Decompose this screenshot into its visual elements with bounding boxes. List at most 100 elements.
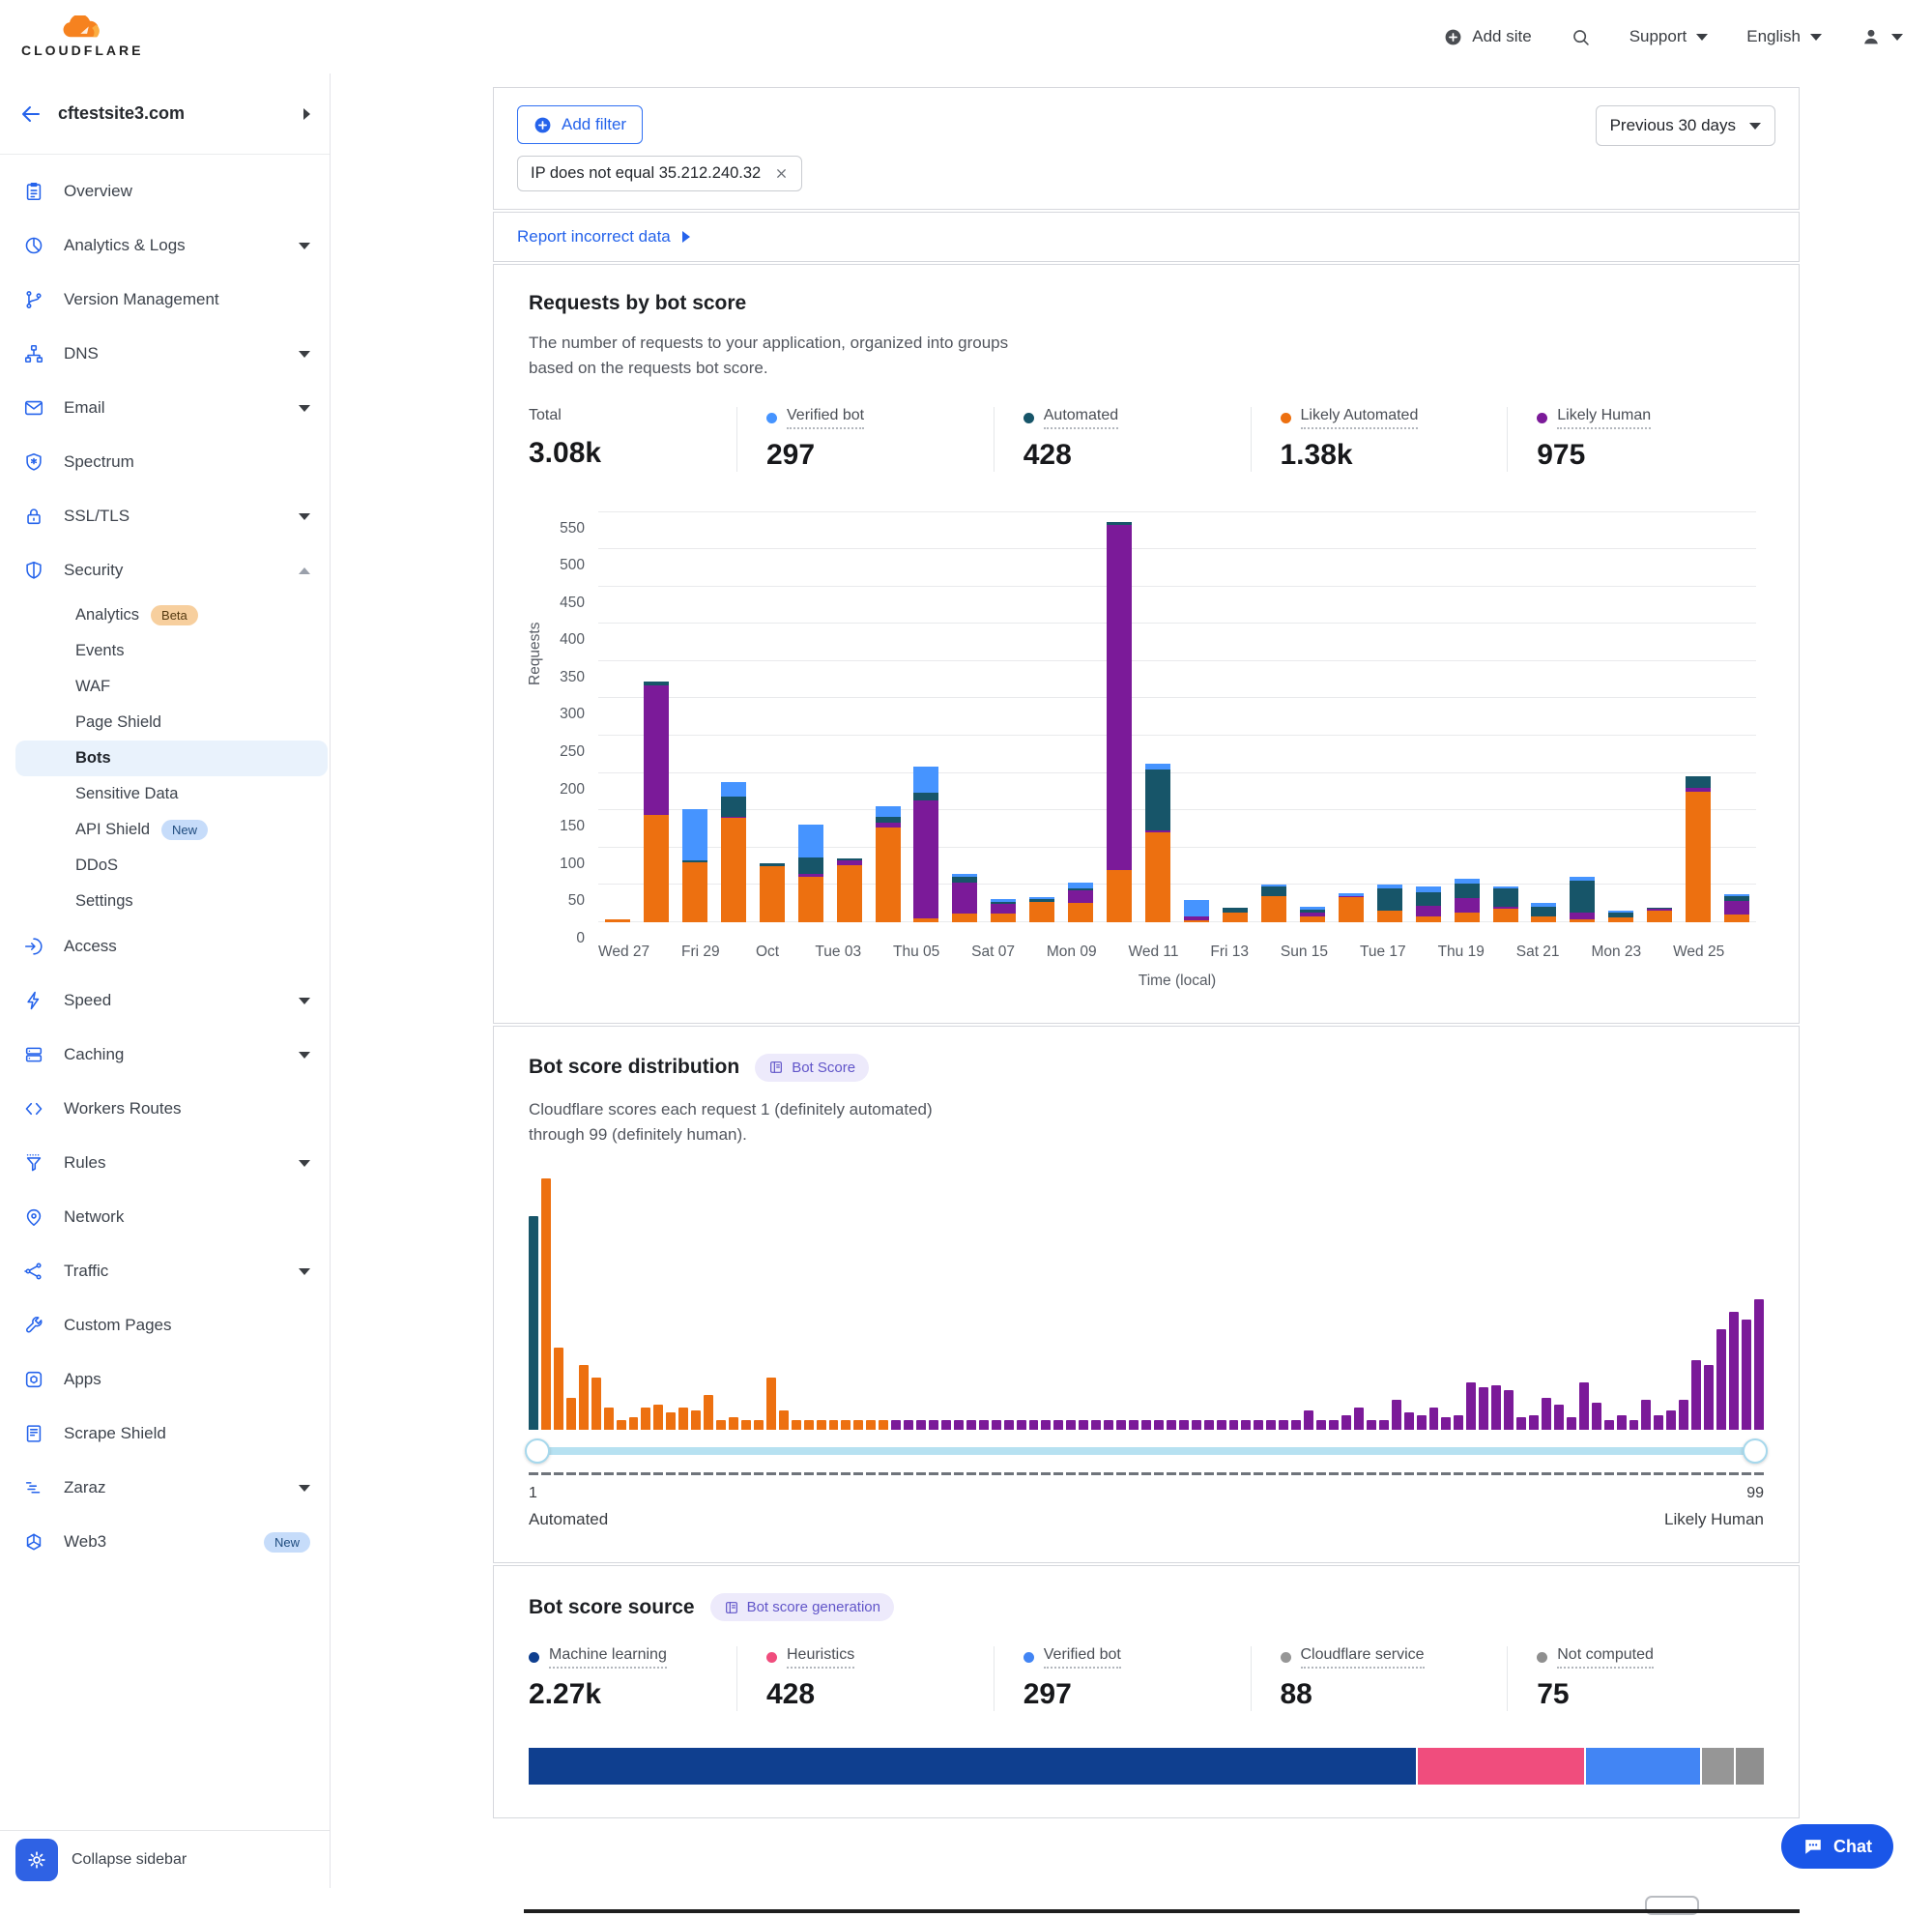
x-tick: Thu 05 (893, 944, 939, 961)
stat-label[interactable]: Likely Human (1557, 407, 1651, 429)
slider-track[interactable] (529, 1447, 1764, 1455)
segment-likely-automated (1647, 911, 1672, 922)
stat-label[interactable]: Not computed (1557, 1646, 1654, 1669)
search-icon (1571, 27, 1591, 47)
sidebar-item-speed[interactable]: Speed (0, 973, 330, 1028)
hist-bar-score-14 (691, 1410, 701, 1431)
filter-chip[interactable]: IP does not equal 35.212.240.32 (517, 156, 802, 191)
stat-label[interactable]: Verified bot (787, 407, 864, 429)
chat-button[interactable]: Chat (1781, 1824, 1893, 1869)
rules-icon (23, 1152, 44, 1174)
sidebar-subitem-waf[interactable]: WAF (15, 669, 328, 705)
sidebar-item-access[interactable]: Access (0, 919, 330, 973)
sidebar-item-network[interactable]: Network (0, 1190, 330, 1244)
sidebar-subitem-page-shield[interactable]: Page Shield (15, 705, 328, 741)
segment-likely-automated (913, 918, 938, 922)
hist-bar-score-96 (1716, 1329, 1726, 1430)
hist-bar-score-84 (1567, 1417, 1576, 1430)
stat-value: 2.27k (529, 1678, 707, 1711)
segment-likely-automated (1531, 916, 1556, 922)
sidebar-subitem-analytics[interactable]: AnalyticsBeta (15, 597, 328, 633)
sidebar-item-overview[interactable]: Overview (0, 164, 330, 218)
cloudflare-cloud-icon (56, 15, 108, 41)
sidebar-item-ssl-tls[interactable]: SSL/TLS (0, 489, 330, 543)
sidebar-item-dns[interactable]: DNS (0, 327, 330, 381)
chevron-right-icon[interactable] (303, 108, 310, 120)
sidebar-subitem-events[interactable]: Events (15, 633, 328, 669)
sidebar-item-traffic[interactable]: Traffic (0, 1244, 330, 1298)
stat-label[interactable]: Cloudflare service (1301, 1646, 1425, 1669)
sidebar-item-zaraz[interactable]: Zaraz (0, 1461, 330, 1515)
stat-label[interactable]: Machine learning (549, 1646, 667, 1669)
report-incorrect-data-link[interactable]: Report incorrect data (493, 212, 1800, 262)
stat-value: 1.38k (1281, 439, 1479, 472)
language-menu[interactable]: English (1746, 27, 1822, 46)
slider-handle-max[interactable] (1743, 1438, 1768, 1464)
score-range-slider[interactable] (529, 1438, 1764, 1465)
stat-label[interactable]: Likely Automated (1301, 407, 1419, 429)
settings-gear-button[interactable] (15, 1839, 58, 1881)
overview-icon (23, 181, 44, 202)
hist-bar-score-44 (1066, 1420, 1076, 1430)
sidebar-item-scrape-shield[interactable]: Scrape Shield (0, 1407, 330, 1461)
bot-score-doc-badge[interactable]: Bot Score (755, 1054, 869, 1082)
site-switcher[interactable]: cftestsite3.com (0, 73, 330, 155)
hist-bar-score-74 (1441, 1417, 1451, 1430)
sidebar-item-apps[interactable]: Apps (0, 1352, 330, 1407)
hist-bar-score-99 (1754, 1299, 1764, 1430)
stat-machine-learning: Machine learning 2.27k (529, 1646, 736, 1711)
segment-likely-automated (1300, 916, 1325, 922)
hist-bar-score-39 (1004, 1420, 1014, 1430)
sidebar-item-analytics-logs[interactable]: Analytics & Logs (0, 218, 330, 273)
date-range-select[interactable]: Previous 30 days (1596, 105, 1775, 146)
stacked-bar-day-20 (1339, 512, 1364, 922)
add-site-button[interactable]: Add site (1444, 27, 1531, 46)
segment-likely-automated (1068, 903, 1093, 922)
collapse-sidebar-label[interactable]: Collapse sidebar (72, 1851, 187, 1869)
sidebar-item-spectrum[interactable]: Spectrum (0, 435, 330, 489)
sidebar-item-caching[interactable]: Caching (0, 1028, 330, 1082)
page-bottom-strip (493, 1907, 1800, 1917)
stat-not-computed: Not computed75 (1507, 1646, 1764, 1711)
segment-automated (1416, 892, 1441, 906)
hist-bar-score-27 (853, 1420, 863, 1430)
sidebar-subitem-settings[interactable]: Settings (15, 884, 328, 919)
hist-bar-score-65 (1329, 1420, 1339, 1430)
y-tick-label: 150 (560, 818, 585, 835)
hist-bar-score-41 (1029, 1420, 1039, 1430)
segment-likely-automated (1570, 919, 1595, 921)
close-icon[interactable] (774, 166, 789, 181)
sidebar-item-email[interactable]: Email (0, 381, 330, 435)
hist-bar-score-35 (954, 1420, 964, 1430)
sidebar-item-workers-routes[interactable]: Workers Routes (0, 1082, 330, 1136)
stacked-bar-day-7 (837, 512, 862, 922)
sidebar-item-custom-pages[interactable]: Custom Pages (0, 1298, 330, 1352)
sidebar-subitem-bots[interactable]: Bots (15, 741, 328, 776)
sidebar-item-rules[interactable]: Rules (0, 1136, 330, 1190)
stat-label[interactable]: Heuristics (787, 1646, 854, 1669)
x-tick: Tue 03 (815, 944, 861, 961)
email-icon (23, 397, 44, 419)
add-filter-button[interactable]: Add filter (517, 105, 643, 144)
search-button[interactable] (1571, 27, 1591, 47)
sidebar-item-web3[interactable]: Web3New (0, 1515, 330, 1569)
sidebar-subitem-ddos[interactable]: DDoS (15, 848, 328, 884)
slider-handle-min[interactable] (525, 1438, 550, 1464)
y-tick-label: 200 (560, 781, 585, 799)
sidebar-item-security[interactable]: Security (0, 543, 330, 597)
sidebar-item-version-management[interactable]: Version Management (0, 273, 330, 327)
segment-likely-human (1107, 525, 1132, 870)
stat-label[interactable]: Verified bot (1044, 1646, 1121, 1669)
bot-score-generation-doc-badge[interactable]: Bot score generation (710, 1593, 894, 1621)
hist-bar-score-15 (704, 1395, 713, 1430)
stat-label[interactable]: Automated (1044, 407, 1118, 429)
sidebar-nav: OverviewAnalytics & LogsVersion Manageme… (0, 155, 330, 1569)
hist-bar-score-4 (566, 1398, 576, 1431)
account-menu[interactable] (1860, 26, 1903, 47)
support-menu[interactable]: Support (1629, 27, 1709, 46)
sidebar-subitem-sensitive-data[interactable]: Sensitive Data (15, 776, 328, 812)
hist-bar-score-1 (529, 1216, 538, 1430)
back-arrow-icon[interactable] (19, 102, 43, 126)
new-badge: New (161, 820, 208, 840)
sidebar-subitem-api-shield[interactable]: API ShieldNew (15, 812, 328, 848)
